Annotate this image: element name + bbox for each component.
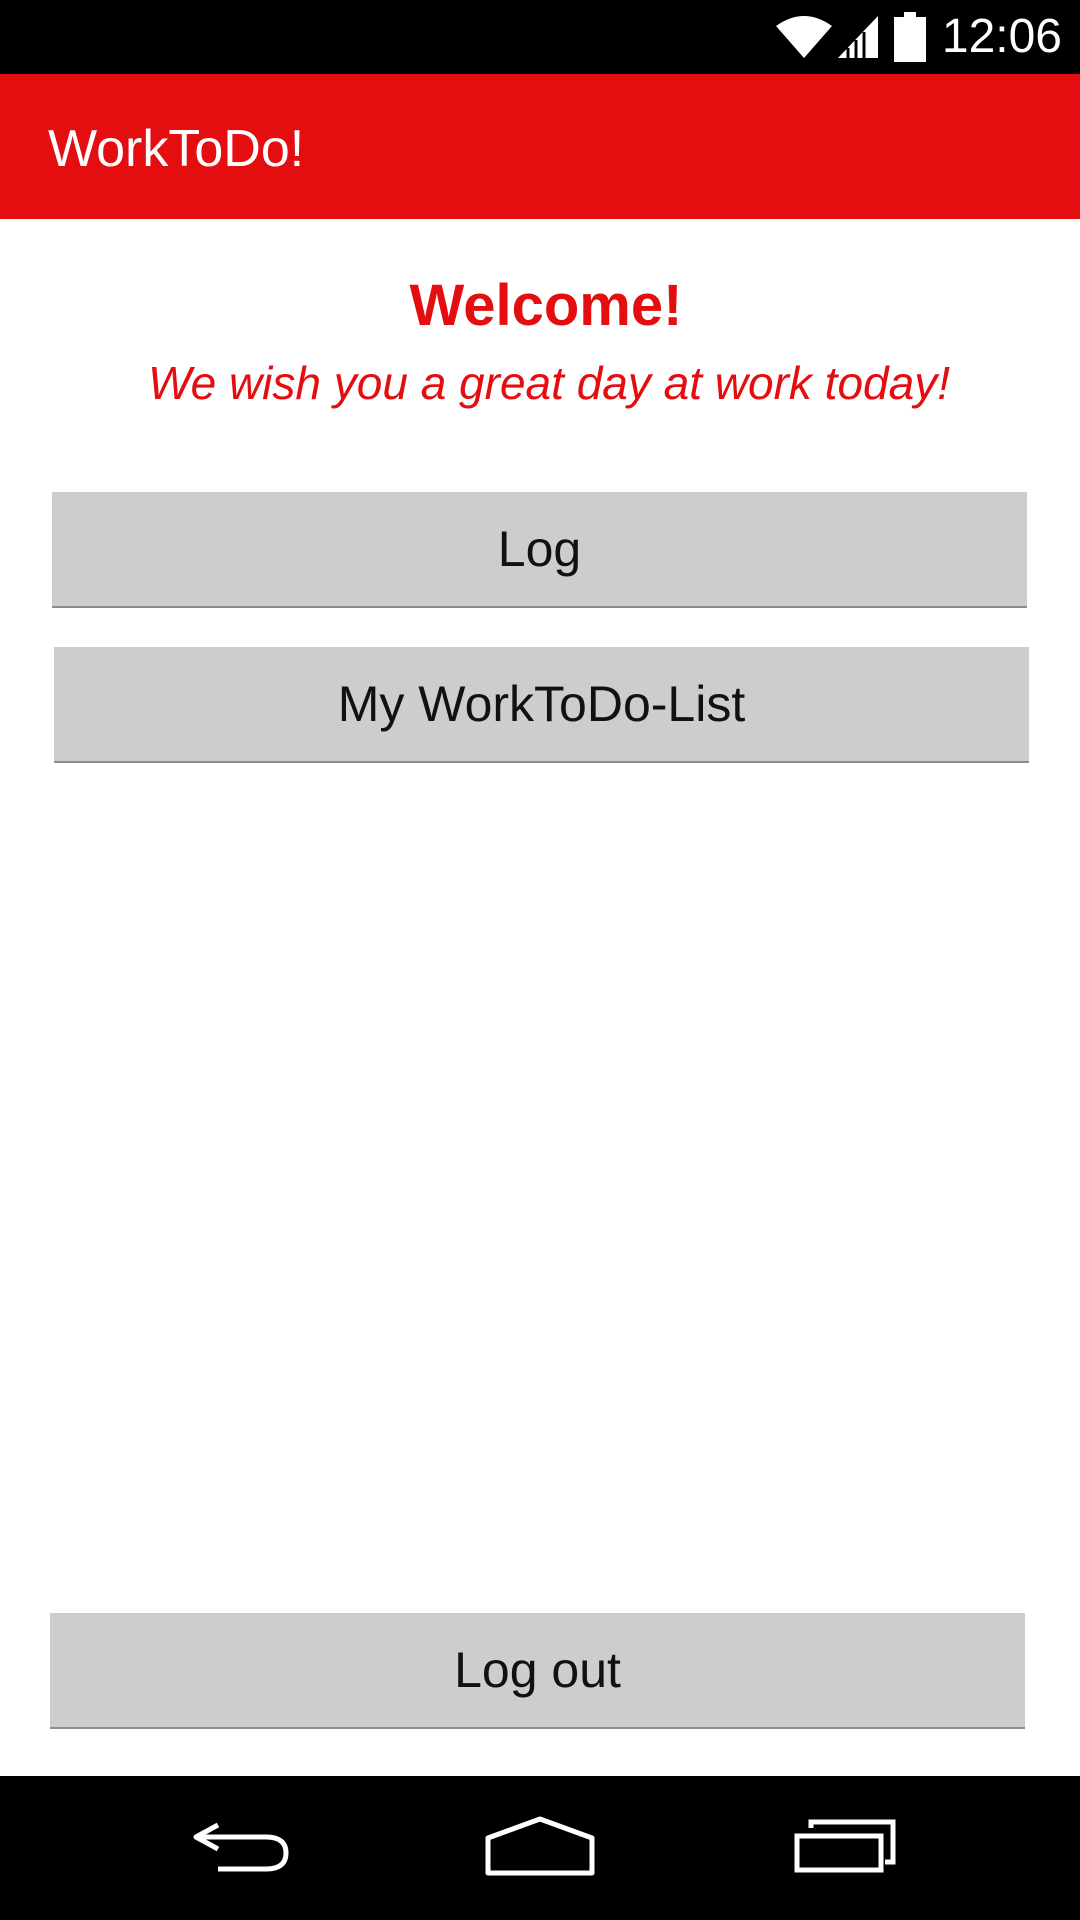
worktodo-list-button-label: My WorkToDo-List — [337, 676, 746, 732]
log-button[interactable]: Log — [52, 492, 1027, 608]
back-icon — [188, 1819, 292, 1878]
welcome-subtitle: We wish you a great day at work today! — [148, 357, 950, 409]
screen: 12:06 WorkToDo! Welcome! We wish you a g… — [0, 0, 1080, 1920]
recent-apps-icon — [793, 1818, 897, 1879]
home-button[interactable] — [460, 1776, 620, 1920]
recent-apps-button[interactable] — [765, 1776, 925, 1920]
logout-button[interactable]: Log out — [50, 1613, 1025, 1729]
status-icons: 12:06 — [774, 0, 1062, 74]
navigation-bar — [0, 1776, 1080, 1920]
battery-icon — [893, 12, 926, 62]
home-icon — [485, 1816, 595, 1881]
back-button[interactable] — [160, 1776, 320, 1920]
wifi-icon — [774, 14, 834, 60]
worktodo-list-button[interactable]: My WorkToDo-List — [54, 647, 1029, 763]
welcome-title: Welcome! — [409, 273, 683, 338]
logout-button-label: Log out — [454, 1642, 621, 1698]
status-time: 12:06 — [941, 10, 1062, 63]
status-bar: 12:06 — [0, 0, 1080, 74]
signal-icon — [836, 14, 880, 60]
app-title: WorkToDo! — [48, 120, 305, 178]
app-bar: WorkToDo! — [0, 74, 1080, 219]
log-button-label: Log — [497, 521, 582, 577]
